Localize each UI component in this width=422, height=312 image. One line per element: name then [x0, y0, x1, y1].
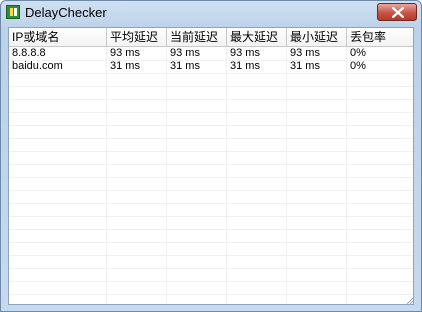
grid-line — [9, 151, 413, 152]
max-delay-cell: 31 ms — [230, 60, 260, 72]
grid-line — [9, 255, 413, 256]
min-delay-cell: 31 ms — [290, 60, 320, 72]
grid-line — [9, 138, 413, 139]
column-header-packet-loss[interactable]: 丢包率 — [347, 28, 413, 46]
grid-line — [9, 125, 413, 126]
window-title: DelayChecker — [25, 5, 107, 20]
table-row[interactable]: baidu.com 31 ms 31 ms 31 ms 31 ms 0% — [9, 60, 413, 73]
grid-line — [9, 190, 413, 191]
column-header-min-delay[interactable]: 最小延迟 — [287, 28, 347, 46]
list-header: IP或域名 平均延迟 当前延迟 最大延迟 最小延迟 丢包率 — [9, 28, 413, 47]
results-list[interactable]: IP或域名 平均延迟 当前延迟 最大延迟 最小延迟 丢包率 8.8.8.8 93… — [9, 28, 414, 305]
grid-line — [9, 229, 413, 230]
grid-line — [9, 112, 413, 113]
grid-line — [9, 294, 413, 295]
column-header-avg-delay[interactable]: 平均延迟 — [107, 28, 167, 46]
column-header-current-delay[interactable]: 当前延迟 — [167, 28, 227, 46]
packet-loss-cell: 0% — [350, 60, 366, 72]
grid-line — [9, 60, 413, 61]
grid-line — [9, 86, 413, 87]
host-cell: baidu.com — [12, 60, 63, 72]
close-icon — [392, 7, 404, 18]
column-header-max-delay[interactable]: 最大延迟 — [227, 28, 287, 46]
host-cell: 8.8.8.8 — [12, 47, 46, 59]
min-delay-cell: 93 ms — [290, 47, 320, 59]
avg-delay-cell: 93 ms — [110, 47, 140, 59]
column-header-host[interactable]: IP或域名 — [9, 28, 107, 46]
grid-line — [9, 177, 413, 178]
grid-line — [9, 242, 413, 243]
resize-grip-icon[interactable] — [404, 295, 414, 305]
current-delay-cell: 93 ms — [170, 47, 200, 59]
grid-line — [9, 216, 413, 217]
avg-delay-cell: 31 ms — [110, 60, 140, 72]
app-icon — [6, 5, 20, 19]
grid-line — [9, 73, 413, 74]
max-delay-cell: 93 ms — [230, 47, 260, 59]
grid-line — [9, 268, 413, 269]
grid-line — [9, 281, 413, 282]
grid-line — [9, 164, 413, 165]
grid-line — [9, 203, 413, 204]
client-area: IP或域名 平均延迟 当前延迟 最大延迟 最小延迟 丢包率 8.8.8.8 93… — [8, 27, 414, 305]
current-delay-cell: 31 ms — [170, 60, 200, 72]
close-button[interactable] — [377, 3, 417, 21]
grid-line — [9, 99, 413, 100]
main-window: DelayChecker IP或域名 平均延迟 当前延迟 最大延迟 最小延迟 丢… — [0, 0, 422, 312]
packet-loss-cell: 0% — [350, 47, 366, 59]
table-row[interactable]: 8.8.8.8 93 ms 93 ms 93 ms 93 ms 0% — [9, 47, 413, 60]
title-bar[interactable]: DelayChecker — [1, 1, 421, 25]
